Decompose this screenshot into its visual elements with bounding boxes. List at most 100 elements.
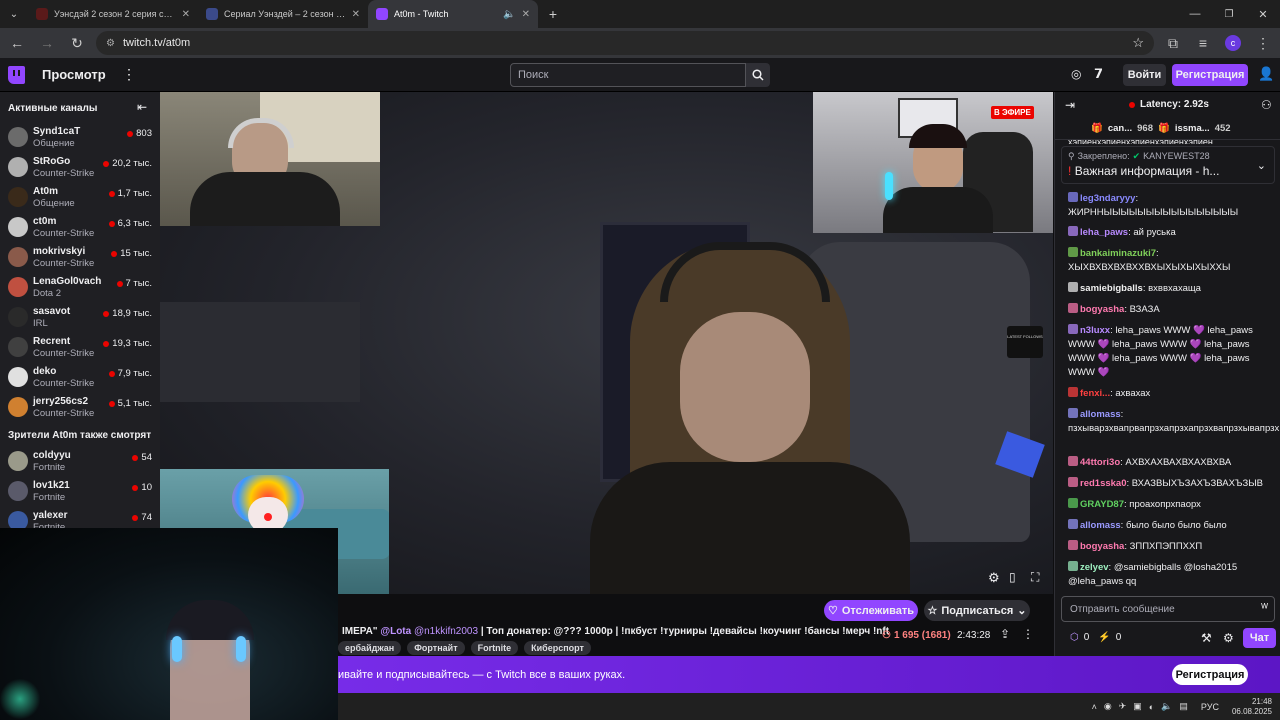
forward-icon[interactable]: → [36,32,58,54]
tab-search-icon[interactable]: ⌄ [0,3,28,25]
fullscreen-icon[interactable]: ⛶ [1031,570,1039,585]
bookmark-star-icon[interactable]: ☆ [1132,35,1144,51]
sidebar-channel-lov1k21[interactable]: lov1k21 Fortnite 10 [0,476,160,506]
title-mention[interactable]: @Lota [380,626,411,637]
live-dot-icon [132,454,139,461]
restore-icon[interactable]: ❐ [1212,3,1246,25]
tray-icon[interactable]: ◐ [1149,702,1154,712]
new-tab-icon[interactable]: + [542,3,564,25]
community-icon[interactable]: ⚇ [1261,98,1272,112]
sidebar-channel-recrent[interactable]: Recrent Counter-Strike 19,3 тыс. [0,332,160,362]
search-icon[interactable] [746,63,770,87]
reload-icon[interactable]: ↻ [66,32,88,54]
chat-username[interactable]: red1sska0 [1080,478,1126,489]
moderation-icon[interactable]: ⚒ [1201,631,1212,645]
chat-input[interactable]: Отправить сообщение ᵂ [1061,596,1275,622]
chat-settings-icon[interactable]: ⚙ [1223,631,1234,645]
sidebar-channel-mokrivskyi[interactable]: mokrivskyi Counter-Strike 15 тыс. [0,242,160,272]
sidebar-channel-lenagol0vach[interactable]: LenaGol0vach Dota 2 7 тыс. [0,272,160,302]
chat-username[interactable]: n3luxx [1080,325,1110,336]
chevron-down-icon[interactable]: ⌄ [1257,159,1266,172]
more-menu-icon[interactable]: ⋮ [122,66,136,83]
tag[interactable]: Fortnite [470,641,519,655]
browse-link[interactable]: Просмотр [42,67,106,82]
gifter-name[interactable]: can... [1108,123,1132,134]
site-info-icon[interactable]: ⚙ [106,38,115,49]
sidebar-channel-deko[interactable]: deko Counter-Strike 7,9 тыс. [0,362,160,392]
share-icon[interactable]: ⇪ [1000,627,1010,641]
follow-button[interactable]: ♡ Отслеживать [824,600,918,621]
collapse-sidebar-icon[interactable]: ⇤ [137,100,147,114]
browser-tab-2[interactable]: Сериал Уэнздей – 2 сезон 2 серия ✕ [198,0,368,28]
extensions-icon[interactable]: ⧉ [1162,32,1184,54]
turbo-icon[interactable]: 𝟳 [1094,66,1103,82]
clock[interactable]: 21:48 06.08.2025 [1232,697,1272,717]
tray-icon[interactable]: ▣ [1133,701,1142,712]
sidebar-channel-ct0m[interactable]: ct0m Counter-Strike 6,3 тыс. [0,212,160,242]
chat-username[interactable]: 44ttori3o [1080,457,1120,468]
back-icon[interactable]: ← [6,32,28,54]
pinned-message[interactable]: ⚲ Закреплено: ✔ KANYEWEST28 ! Важная инф… [1061,146,1275,184]
video-player[interactable]: LATEST FOLLOWS В ЭФИРЕ ⚙ ▯ ⛶ [160,92,1053,594]
tag[interactable]: ербайджан [338,641,402,655]
chat-username[interactable]: GRAYD87 [1080,499,1124,510]
close-tab-icon[interactable]: ✕ [352,9,360,20]
chevron-up-icon[interactable]: ˄ [1092,702,1097,712]
chat-username[interactable]: allomass [1080,409,1121,420]
channel-points[interactable]: ⬡ 0 ⚡ 0 [1070,632,1121,643]
chat-username[interactable]: zelyev [1080,562,1109,573]
settings-gear-icon[interactable]: ⚙ [988,570,1000,586]
theatre-mode-icon[interactable]: ▯ [1009,570,1016,584]
banner-signup-button[interactable]: Регистрация [1172,664,1248,685]
more-options-icon[interactable]: ⋮ [1022,627,1034,641]
collapse-chat-icon[interactable]: ⇥ [1065,98,1075,112]
sidebar-channel-synd1cat[interactable]: Synd1caT Общение 803 [0,122,160,152]
url-field[interactable]: ⚙ twitch.tv/at0m ☆ [96,31,1154,55]
language-indicator[interactable]: РУС [1201,702,1219,712]
login-button[interactable]: Войти [1123,64,1166,86]
browser-tab-1[interactable]: Уэнсдэй 2 сезон 2 серия смотреть ✕ [28,0,198,28]
tray-icon[interactable]: ◉ [1104,701,1112,712]
sidebar-channel-strogo[interactable]: StRoGo Counter-Strike 20,2 тыс. [0,152,160,182]
chat-username[interactable]: leg3ndaryyy [1080,193,1135,204]
chat-username[interactable]: bankaiminazuki7 [1080,248,1156,259]
sidebar-channel-coldyyu[interactable]: coldyyu Fortnite 54 [0,446,160,476]
sidebar-channel-sasavot[interactable]: sasavot IRL 18,9 тыс. [0,302,160,332]
browser-menu-icon[interactable]: ⋮ [1252,32,1274,54]
tag[interactable]: Киберспорт [524,641,591,655]
browser-tab-3[interactable]: At0m - Twitch 🔈 ✕ [368,0,538,28]
sidebar-channel-jerry256cs2[interactable]: jerry256cs2 Counter-Strike 5,1 тыс. [0,392,160,422]
close-tab-icon[interactable]: ✕ [182,9,190,20]
profile-avatar-icon[interactable]: c [1222,32,1244,54]
close-tab-icon[interactable]: ✕ [522,9,530,20]
sidebar-channel-at0m[interactable]: At0m Общение 1,7 тыс. [0,182,160,212]
signup-button[interactable]: Регистрация [1172,64,1248,86]
chat-username[interactable]: leha_paws [1080,227,1128,238]
network-icon[interactable]: ▤ [1179,701,1188,712]
tray-icon[interactable]: ✈ [1119,701,1127,712]
chat-username[interactable]: fenxi... [1080,388,1110,399]
chat-username[interactable]: samiebigballs [1080,283,1143,294]
reading-list-icon[interactable]: ≡ [1192,32,1214,54]
chat-username[interactable]: allomass [1080,520,1121,531]
emote-picker-icon[interactable]: ᵂ [1261,602,1268,614]
mute-tab-icon[interactable]: 🔈 [503,9,515,20]
chat-send-button[interactable]: Чат [1243,628,1276,648]
title-mention[interactable]: @n1kkifn2003 [414,626,478,637]
volume-icon[interactable]: 🔈 [1161,701,1172,712]
twitch-logo-icon[interactable] [8,66,25,84]
channel-game: Общение [33,138,75,149]
wall-shelf [160,302,360,402]
subscribe-button[interactable]: ☆ Подписаться ⌄ [924,600,1030,621]
search-input[interactable]: Поиск [510,63,746,87]
tag[interactable]: Фортнайт [407,641,465,655]
gifter-name[interactable]: issma... [1175,123,1210,134]
minimize-icon[interactable]: — [1178,3,1212,25]
close-window-icon[interactable]: ✕ [1246,3,1280,25]
user-icon[interactable]: 👤 [1258,66,1274,82]
prime-crown-icon[interactable]: ◎ [1071,67,1081,81]
chat-username[interactable]: bogyasha [1080,541,1124,552]
chat-message: zelyev: @samiebigballs @losha2015 @leha_… [1068,561,1276,589]
chat-message: GRAYD87: проахопрхпаорх [1068,498,1276,512]
chat-username[interactable]: bogyasha [1080,304,1124,315]
